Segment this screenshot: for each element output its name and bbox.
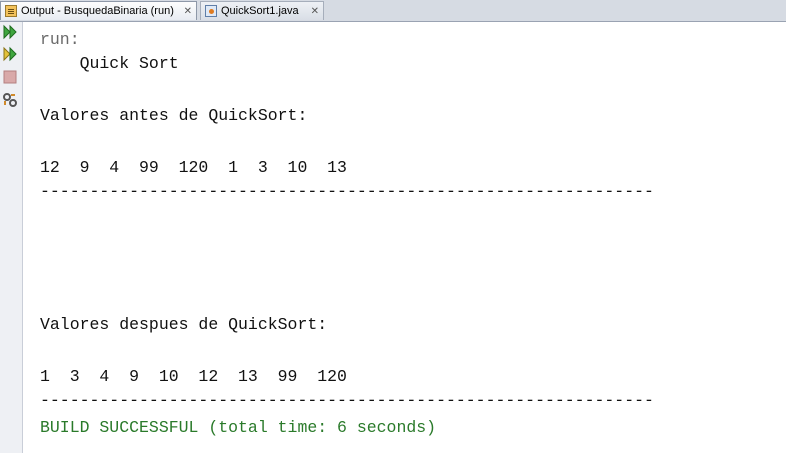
run-line: run:	[40, 30, 80, 49]
tab-quicksort-java[interactable]: QuickSort1.java ✕	[200, 1, 324, 20]
close-icon[interactable]: ✕	[311, 6, 319, 17]
tabbar-filler	[752, 0, 786, 21]
rerun-icon	[3, 24, 17, 40]
tab-output[interactable]: Output - BusquedaBinaria (run) ✕	[0, 1, 197, 20]
before-label: Valores antes de QuickSort:	[40, 106, 308, 125]
tab-output-label: Output - BusquedaBinaria (run)	[21, 5, 174, 17]
separator-line: ----------------------------------------…	[40, 391, 654, 410]
stop-button[interactable]	[2, 69, 18, 85]
before-values: 12 9 4 99 120 1 3 10 13	[40, 158, 347, 177]
program-title: Quick Sort	[40, 54, 179, 73]
output-tab-bar: Output - BusquedaBinaria (run) ✕ QuickSo…	[0, 0, 786, 22]
settings-icon	[3, 93, 17, 107]
close-icon[interactable]: ✕	[184, 6, 192, 17]
java-file-icon	[205, 5, 217, 17]
separator-line: ----------------------------------------…	[40, 182, 654, 201]
after-values: 1 3 4 9 10 12 13 99 120	[40, 367, 347, 386]
stop-icon	[3, 70, 17, 84]
after-label: Valores despues de QuickSort:	[40, 315, 328, 334]
rerun-with-params-button[interactable]	[2, 46, 18, 62]
output-toolbar	[0, 22, 23, 453]
rerun-button[interactable]	[2, 24, 18, 40]
tab-quicksort-java-label: QuickSort1.java	[221, 5, 299, 17]
settings-button[interactable]	[2, 92, 18, 108]
output-icon	[5, 5, 17, 17]
build-status: BUILD SUCCESSFUL (total time: 6 seconds)	[40, 418, 437, 437]
rerun-with-params-icon	[3, 46, 17, 62]
